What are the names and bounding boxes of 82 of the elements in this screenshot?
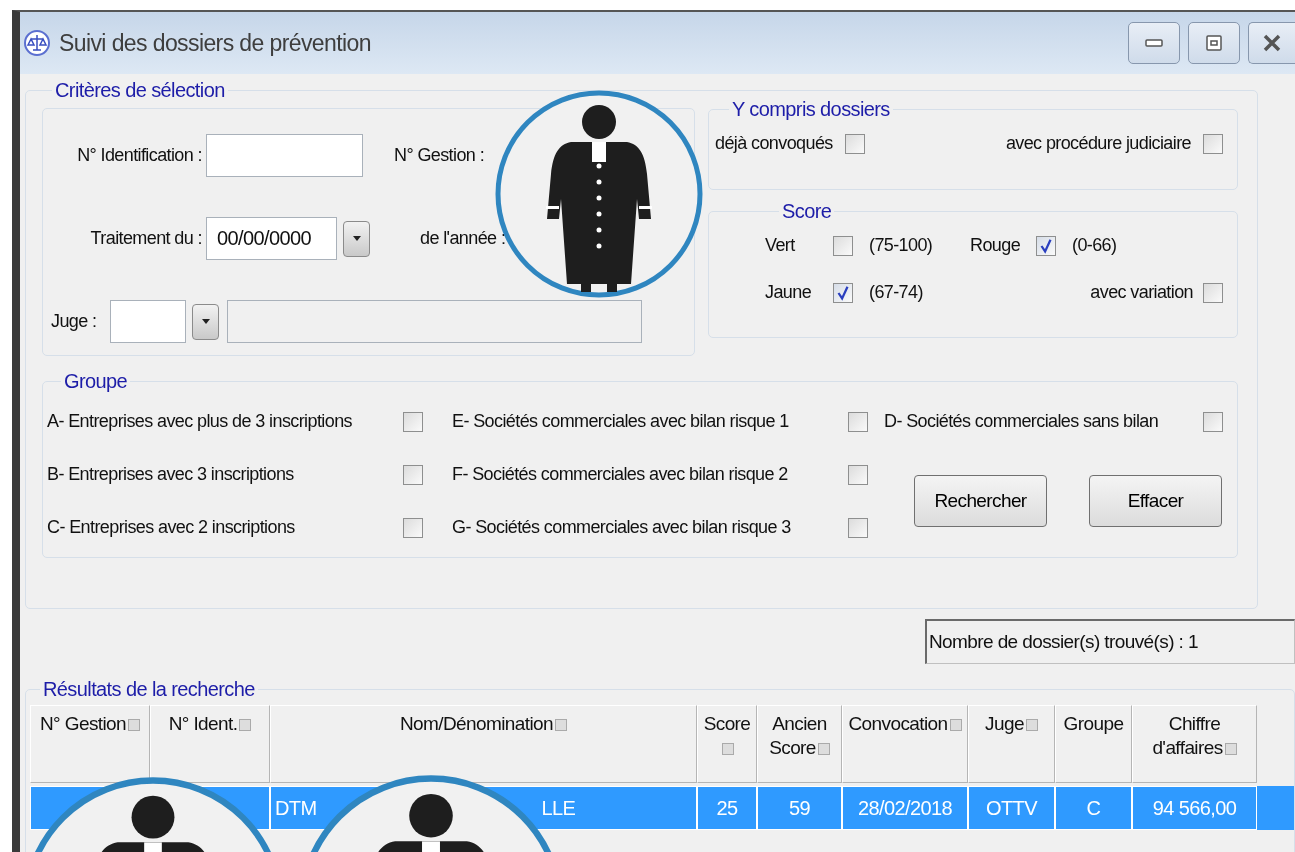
checkbox[interactable]: [1203, 282, 1223, 303]
checkbox-label: Jaune: [765, 282, 813, 303]
checkbox-label: C- Entreprises avec 2 inscriptions: [47, 517, 295, 538]
table-cell: DTM: [275, 796, 317, 820]
field-label: N° Identification :: [76, 145, 202, 166]
filter-icon[interactable]: [555, 719, 567, 731]
filter-icon[interactable]: [949, 719, 962, 731]
range-label: (0-66): [1072, 235, 1117, 256]
checkbox[interactable]: [403, 517, 423, 538]
scales-icon: [23, 29, 51, 57]
checkbox[interactable]: [1036, 235, 1056, 256]
maximize-icon: [1205, 34, 1223, 52]
field-label: Juge :: [51, 311, 98, 332]
table-cell: OTTV: [968, 786, 1055, 830]
checkbox-label: F- Sociétés commerciales avec bilan risque 2: [452, 464, 788, 485]
checkbox[interactable]: [848, 411, 868, 432]
column-header[interactable]: Nom/Dénomination: [270, 705, 697, 783]
filter-icon[interactable]: [722, 742, 734, 755]
dropdown-button[interactable]: [192, 303, 219, 340]
range-label: (67-74): [869, 282, 923, 303]
checkbox[interactable]: [403, 464, 423, 485]
table-cell: 25: [697, 786, 757, 830]
checkbox-label: B- Entreprises avec 3 inscriptions: [47, 464, 294, 485]
close-button[interactable]: [1248, 22, 1295, 64]
range-label: (75-100): [869, 235, 933, 256]
window-title: Suivi des dossiers de prévention: [59, 29, 371, 57]
checkbox-label: D- Sociétés commerciales sans bilan: [884, 411, 1159, 432]
column-header[interactable]: Juge: [968, 705, 1055, 783]
section-title: Groupe: [63, 370, 129, 393]
checkbox-label: déjà convoqués: [715, 133, 833, 154]
checkbox-label: G- Sociétés commerciales avec bilan risque 3: [452, 517, 791, 538]
filter-icon[interactable]: [1025, 719, 1038, 731]
minimize-icon: [1145, 39, 1163, 47]
column-header[interactable]: Ancien Score: [757, 705, 842, 783]
checkbox[interactable]: [1203, 411, 1223, 432]
field-label: de l'année :: [420, 228, 506, 249]
filter-icon[interactable]: [239, 719, 252, 731]
column-header[interactable]: Score: [697, 705, 757, 783]
checkbox-label: E- Sociétés commerciales avec bilan risque 1: [452, 411, 789, 432]
input-field[interactable]: [206, 134, 363, 177]
table-cell: LLE: [541, 796, 576, 820]
checkbox[interactable]: [403, 411, 423, 432]
checkbox[interactable]: [844, 133, 865, 154]
checkbox-label: avec procédure judiciaire: [1005, 133, 1191, 154]
section-title: Y compris dossiers: [731, 98, 891, 121]
filter-icon[interactable]: [128, 719, 141, 731]
field-label: N° Gestion :: [394, 145, 485, 166]
table-cell: 59: [757, 786, 842, 830]
close-icon: [1262, 33, 1282, 53]
section-title: Score: [781, 200, 833, 223]
minimize-button[interactable]: [1128, 22, 1180, 64]
caret-icon: [201, 318, 210, 325]
date-field[interactable]: 00/00/0000: [206, 217, 337, 260]
section-title: Résultats de la recherche: [42, 678, 256, 701]
checkbox[interactable]: [848, 517, 868, 538]
checkbox[interactable]: [833, 282, 853, 303]
search-button[interactable]: Rechercher: [914, 475, 1047, 527]
column-header[interactable]: N° Ident.: [150, 705, 270, 783]
clear-button[interactable]: Effacer: [1089, 475, 1222, 527]
checkbox-label: Vert: [765, 235, 796, 256]
column-header[interactable]: Convocation: [842, 705, 968, 783]
result-count: Nombre de dossier(s) trouvé(s) : 1: [925, 619, 1295, 664]
filter-icon[interactable]: [817, 742, 830, 755]
caret-icon: [352, 235, 361, 242]
table-cell: 28/02/2018: [842, 786, 968, 830]
checkbox-label: A- Entreprises avec plus de 3 inscriptions: [47, 411, 352, 432]
checkbox[interactable]: [833, 235, 853, 256]
table-cell: C: [1055, 786, 1132, 830]
checkbox[interactable]: [1203, 133, 1223, 154]
dropdown-button[interactable]: [343, 220, 370, 257]
maximize-button[interactable]: [1188, 22, 1240, 64]
table-cell: 94 566,00: [1132, 786, 1257, 830]
filter-icon[interactable]: [1224, 742, 1237, 755]
column-header[interactable]: Chiffre d'affaires: [1132, 705, 1257, 783]
column-header[interactable]: N° Gestion: [30, 705, 150, 783]
field-label: Traitement du :: [89, 228, 202, 249]
checkbox-label: avec variation: [1090, 282, 1193, 303]
section-title: Critères de sélection: [54, 79, 226, 102]
column-header[interactable]: Groupe: [1055, 705, 1132, 783]
checkbox[interactable]: [848, 464, 868, 485]
input-field[interactable]: [110, 300, 186, 343]
checkbox-label: Rouge: [970, 235, 1022, 256]
